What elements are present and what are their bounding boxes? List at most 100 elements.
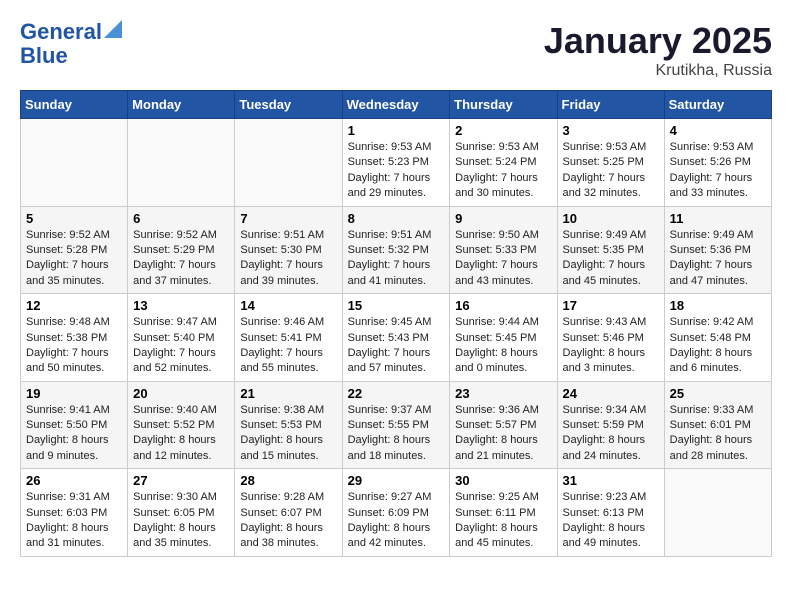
cell-w2-d7: 11 Sunrise: 9:49 AMSunset: 5:36 PMDayligh… bbox=[664, 206, 771, 294]
header-row: Sunday Monday Tuesday Wednesday Thursday… bbox=[21, 91, 772, 119]
page-header: General Blue January 2025 Krutikha, Russ… bbox=[20, 20, 772, 80]
cell-w5-d5: 30 Sunrise: 9:25 AMSunset: 6:11 PMDayligh… bbox=[450, 469, 557, 557]
cell-w4-d7: 25 Sunrise: 9:33 AMSunset: 6:01 PMDayligh… bbox=[664, 381, 771, 469]
calendar-body: 1Sunrise: 9:53 AMSunset: 5:23 PMDaylight… bbox=[21, 119, 772, 557]
day-number: 29 bbox=[348, 473, 445, 488]
day-detail: Sunrise: 9:51 AMSunset: 5:30 PMDaylight:… bbox=[240, 228, 336, 290]
week-row-5: 26Sunrise: 9:31 AMSunset: 6:03 PMDayligh… bbox=[21, 469, 772, 557]
header-monday: Monday bbox=[128, 91, 235, 119]
cell-w1-d3 bbox=[235, 119, 342, 207]
day-number: 21 bbox=[240, 386, 336, 401]
cell-w5-d3: 28 Sunrise: 9:28 AMSunset: 6:07 PMDayligh… bbox=[235, 469, 342, 557]
day-number: 23 bbox=[455, 386, 551, 401]
day-detail: Sunrise: 9:31 AMSunset: 6:03 PMDaylight:… bbox=[26, 490, 122, 552]
day-detail: Sunrise: 9:33 AMSunset: 6:01 PMDaylight:… bbox=[670, 403, 766, 465]
cell-w4-d1: 19 Sunrise: 9:41 AMSunset: 5:50 PMDayligh… bbox=[21, 381, 128, 469]
week-row-2: 5 Sunrise: 9:52 AMSunset: 5:28 PMDaylight… bbox=[21, 206, 772, 294]
cell-w1-d6: 3 Sunrise: 9:53 AMSunset: 5:25 PMDaylight… bbox=[557, 119, 664, 207]
day-number: 18 bbox=[670, 298, 766, 313]
day-number: 19 bbox=[26, 386, 122, 401]
day-number: 7 bbox=[240, 211, 336, 226]
day-detail: Sunrise: 9:36 AMSunset: 5:57 PMDaylight:… bbox=[455, 403, 551, 465]
day-detail: Sunrise: 9:53 AMSunset: 5:25 PMDaylight:… bbox=[563, 140, 659, 202]
day-detail: Sunrise: 9:53 AMSunset: 5:26 PMDaylight:… bbox=[670, 140, 766, 202]
day-number: 2 bbox=[455, 123, 551, 138]
header-thursday: Thursday bbox=[450, 91, 557, 119]
cell-w3-d1: 12Sunrise: 9:48 AMSunset: 5:38 PMDayligh… bbox=[21, 294, 128, 382]
day-number: 4 bbox=[670, 123, 766, 138]
cell-w3-d3: 14Sunrise: 9:46 AMSunset: 5:41 PMDayligh… bbox=[235, 294, 342, 382]
day-number: 13 bbox=[133, 298, 229, 313]
day-number: 28 bbox=[240, 473, 336, 488]
day-detail: Sunrise: 9:53 AMSunset: 5:24 PMDaylight:… bbox=[455, 140, 551, 202]
cell-w5-d7 bbox=[664, 469, 771, 557]
calendar-table: Sunday Monday Tuesday Wednesday Thursday… bbox=[20, 90, 772, 557]
week-row-3: 12Sunrise: 9:48 AMSunset: 5:38 PMDayligh… bbox=[21, 294, 772, 382]
cell-w2-d6: 10Sunrise: 9:49 AMSunset: 5:35 PMDayligh… bbox=[557, 206, 664, 294]
calendar-header: Sunday Monday Tuesday Wednesday Thursday… bbox=[21, 91, 772, 119]
day-detail: Sunrise: 9:48 AMSunset: 5:38 PMDaylight:… bbox=[26, 315, 122, 377]
day-detail: Sunrise: 9:25 AMSunset: 6:11 PMDaylight:… bbox=[455, 490, 551, 552]
cell-w3-d5: 16Sunrise: 9:44 AMSunset: 5:45 PMDayligh… bbox=[450, 294, 557, 382]
cell-w4-d3: 21 Sunrise: 9:38 AMSunset: 5:53 PMDayligh… bbox=[235, 381, 342, 469]
logo: General Blue bbox=[20, 20, 122, 68]
cell-w2-d3: 7 Sunrise: 9:51 AMSunset: 5:30 PMDaylight… bbox=[235, 206, 342, 294]
cell-w2-d5: 9Sunrise: 9:50 AMSunset: 5:33 PMDaylight… bbox=[450, 206, 557, 294]
cell-w4-d4: 22Sunrise: 9:37 AMSunset: 5:55 PMDayligh… bbox=[342, 381, 450, 469]
day-number: 30 bbox=[455, 473, 551, 488]
location: Krutikha, Russia bbox=[544, 62, 772, 80]
cell-w1-d1 bbox=[21, 119, 128, 207]
month-title: January 2025 bbox=[544, 20, 772, 62]
cell-w3-d2: 13Sunrise: 9:47 AMSunset: 5:40 PMDayligh… bbox=[128, 294, 235, 382]
day-detail: Sunrise: 9:41 AMSunset: 5:50 PMDaylight:… bbox=[26, 403, 122, 465]
day-detail: Sunrise: 9:38 AMSunset: 5:53 PMDaylight:… bbox=[240, 403, 336, 465]
day-number: 31 bbox=[563, 473, 659, 488]
day-number: 17 bbox=[563, 298, 659, 313]
day-detail: Sunrise: 9:23 AMSunset: 6:13 PMDaylight:… bbox=[563, 490, 659, 552]
day-number: 25 bbox=[670, 386, 766, 401]
cell-w1-d7: 4 Sunrise: 9:53 AMSunset: 5:26 PMDaylight… bbox=[664, 119, 771, 207]
header-friday: Friday bbox=[557, 91, 664, 119]
day-number: 5 bbox=[26, 211, 122, 226]
cell-w1-d5: 2 Sunrise: 9:53 AMSunset: 5:24 PMDaylight… bbox=[450, 119, 557, 207]
day-detail: Sunrise: 9:50 AMSunset: 5:33 PMDaylight:… bbox=[455, 228, 551, 290]
week-row-4: 19 Sunrise: 9:41 AMSunset: 5:50 PMDayligh… bbox=[21, 381, 772, 469]
header-saturday: Saturday bbox=[664, 91, 771, 119]
day-number: 27 bbox=[133, 473, 229, 488]
title-block: January 2025 Krutikha, Russia bbox=[544, 20, 772, 80]
logo-arrow-icon bbox=[104, 20, 122, 38]
day-number: 24 bbox=[563, 386, 659, 401]
cell-w3-d6: 17Sunrise: 9:43 AMSunset: 5:46 PMDayligh… bbox=[557, 294, 664, 382]
day-detail: Sunrise: 9:49 AMSunset: 5:36 PMDaylight:… bbox=[670, 228, 766, 290]
cell-w4-d2: 20Sunrise: 9:40 AMSunset: 5:52 PMDayligh… bbox=[128, 381, 235, 469]
cell-w5-d2: 27 Sunrise: 9:30 AMSunset: 6:05 PMDayligh… bbox=[128, 469, 235, 557]
day-detail: Sunrise: 9:37 AMSunset: 5:55 PMDaylight:… bbox=[348, 403, 445, 465]
day-number: 14 bbox=[240, 298, 336, 313]
day-detail: Sunrise: 9:52 AMSunset: 5:28 PMDaylight:… bbox=[26, 228, 122, 290]
day-detail: Sunrise: 9:51 AMSunset: 5:32 PMDaylight:… bbox=[348, 228, 445, 290]
day-number: 6 bbox=[133, 211, 229, 226]
cell-w2-d4: 8 Sunrise: 9:51 AMSunset: 5:32 PMDaylight… bbox=[342, 206, 450, 294]
day-number: 3 bbox=[563, 123, 659, 138]
day-detail: Sunrise: 9:53 AMSunset: 5:23 PMDaylight:… bbox=[348, 140, 445, 202]
day-detail: Sunrise: 9:45 AMSunset: 5:43 PMDaylight:… bbox=[348, 315, 445, 377]
day-detail: Sunrise: 9:28 AMSunset: 6:07 PMDaylight:… bbox=[240, 490, 336, 552]
cell-w2-d1: 5 Sunrise: 9:52 AMSunset: 5:28 PMDaylight… bbox=[21, 206, 128, 294]
day-number: 11 bbox=[670, 211, 766, 226]
cell-w3-d7: 18Sunrise: 9:42 AMSunset: 5:48 PMDayligh… bbox=[664, 294, 771, 382]
cell-w1-d4: 1Sunrise: 9:53 AMSunset: 5:23 PMDaylight… bbox=[342, 119, 450, 207]
day-number: 16 bbox=[455, 298, 551, 313]
week-row-1: 1Sunrise: 9:53 AMSunset: 5:23 PMDaylight… bbox=[21, 119, 772, 207]
day-number: 10 bbox=[563, 211, 659, 226]
day-detail: Sunrise: 9:30 AMSunset: 6:05 PMDaylight:… bbox=[133, 490, 229, 552]
cell-w2-d2: 6 Sunrise: 9:52 AMSunset: 5:29 PMDaylight… bbox=[128, 206, 235, 294]
cell-w5-d6: 31 Sunrise: 9:23 AMSunset: 6:13 PMDayligh… bbox=[557, 469, 664, 557]
cell-w5-d1: 26Sunrise: 9:31 AMSunset: 6:03 PMDayligh… bbox=[21, 469, 128, 557]
cell-w1-d2 bbox=[128, 119, 235, 207]
logo-text-line1: General bbox=[20, 20, 102, 44]
header-tuesday: Tuesday bbox=[235, 91, 342, 119]
day-detail: Sunrise: 9:52 AMSunset: 5:29 PMDaylight:… bbox=[133, 228, 229, 290]
day-number: 15 bbox=[348, 298, 445, 313]
day-number: 8 bbox=[348, 211, 445, 226]
cell-w3-d4: 15 Sunrise: 9:45 AMSunset: 5:43 PMDayligh… bbox=[342, 294, 450, 382]
